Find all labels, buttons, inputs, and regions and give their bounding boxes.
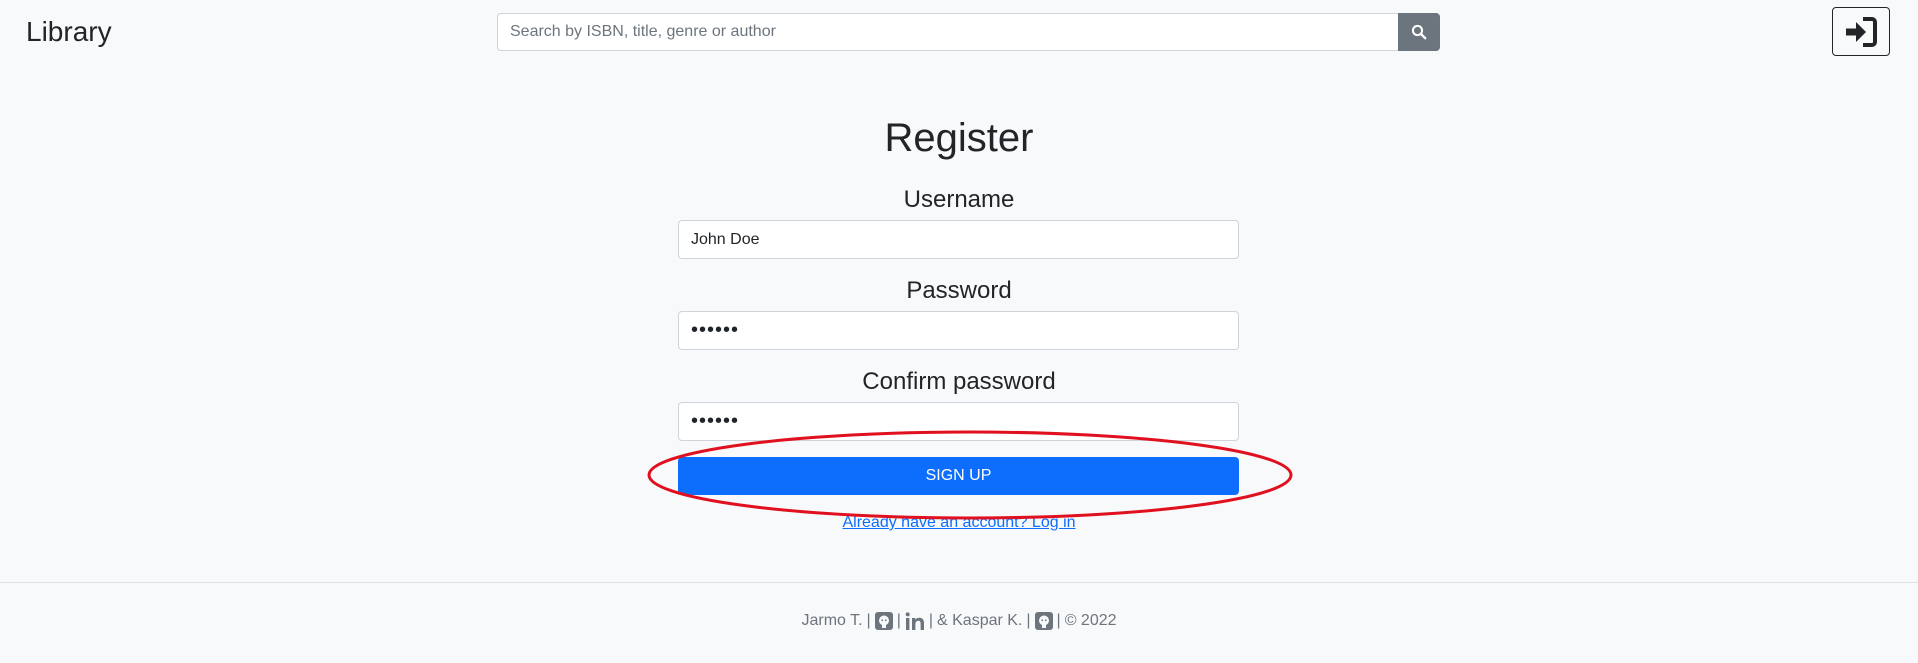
page-title: Register [884,116,1034,160]
navbar: Library [0,0,1918,66]
username-input[interactable] [678,220,1239,259]
footer-separator: | [928,612,933,629]
username-label: Username [903,186,1015,213]
github-icon[interactable] [874,612,893,630]
search-icon [1411,24,1427,40]
footer-author-2: & Kaspar K. [937,612,1023,629]
login-link-container: Already have an account? Log in [0,512,1918,534]
footer-separator: | [896,612,901,629]
footer-copyright: © 2022 [1064,612,1117,629]
footer-credits: Jarmo T. | | | & Kaspar K. | | © 2022 [0,609,1918,633]
password-label: Password [906,277,1012,304]
sign-in-icon [1846,16,1877,47]
confirm-password-label: Confirm password [862,368,1056,395]
footer-author-1: Jarmo T. [801,612,863,629]
footer-separator: | [1026,612,1031,629]
linkedin-icon[interactable] [905,612,925,630]
confirm-password-input[interactable] [678,402,1239,441]
footer: Jarmo T. | | | & Kaspar K. | | © 2022 [0,582,1918,663]
search-input[interactable] [497,13,1398,51]
footer-separator: | [866,612,871,629]
footer-separator: | [1056,612,1061,629]
github-icon[interactable] [1034,612,1053,630]
login-button[interactable] [1832,7,1890,56]
password-input[interactable] [678,311,1239,350]
login-link[interactable]: Already have an account? Log in [842,514,1075,531]
search-form [497,13,1440,51]
brand-logo[interactable]: Library [26,14,112,50]
search-button[interactable] [1398,13,1440,51]
sign-up-button[interactable]: SIGN UP [678,457,1239,495]
